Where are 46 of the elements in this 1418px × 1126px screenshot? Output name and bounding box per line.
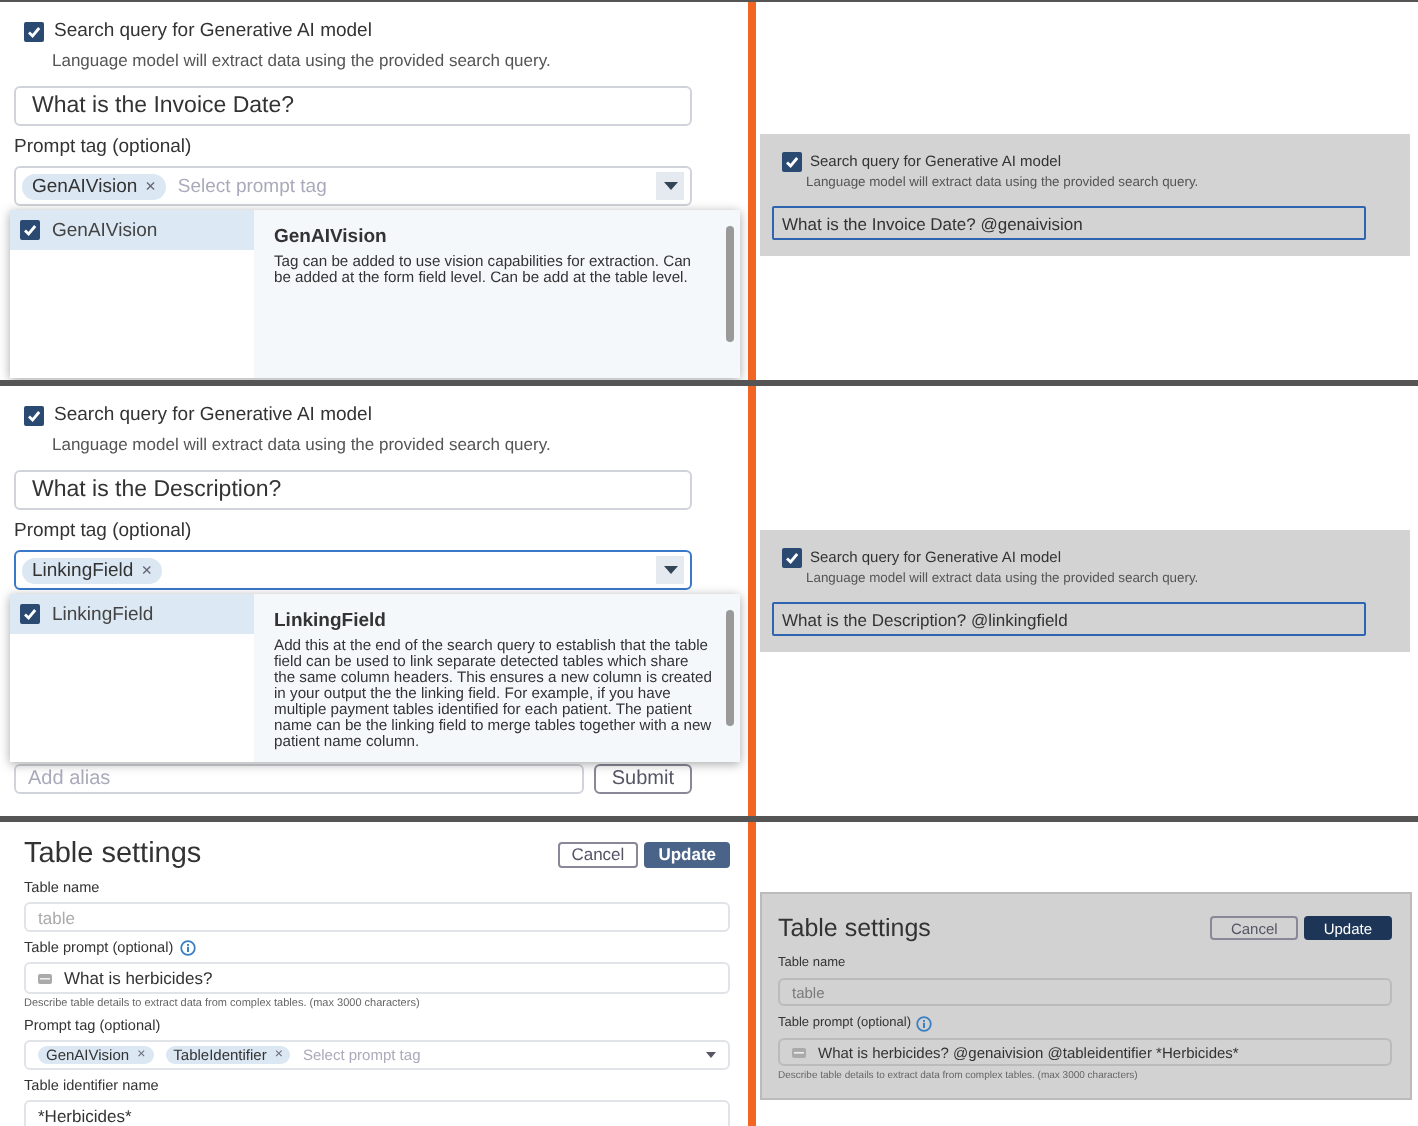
checkbox[interactable] xyxy=(24,405,44,425)
prompt-icon xyxy=(38,973,52,983)
dropdown-option[interactable]: GenAIVision xyxy=(10,210,254,250)
checkbox[interactable] xyxy=(20,604,40,624)
select-placeholder: Select prompt tag xyxy=(177,175,327,197)
query-field[interactable]: What is the Description? xyxy=(14,470,692,510)
hint-text: Language model will extract data using the provided search query. xyxy=(52,434,553,456)
panel-title: Table settings xyxy=(778,914,931,942)
caret-icon xyxy=(663,182,677,190)
checkbox-label: Search query for Generative AI model xyxy=(54,20,372,42)
panel-title: Table settings xyxy=(24,838,202,870)
scrollbar[interactable] xyxy=(726,226,734,342)
prompt-text: What is herbicides? xyxy=(64,968,213,988)
caret-icon xyxy=(663,566,677,574)
tag-select[interactable]: GenAIVision × Select prompt tag xyxy=(14,166,692,206)
dropdown-button[interactable] xyxy=(656,172,684,200)
detail-title: GenAIVision xyxy=(274,226,389,248)
query-field[interactable]: What is the Invoice Date? xyxy=(14,86,692,126)
query-field[interactable]: What is the Invoice Date? @genaivision xyxy=(772,206,1366,240)
caret-icon[interactable] xyxy=(706,1052,716,1058)
tag-chip[interactable]: GenAIVision × xyxy=(22,173,166,199)
query-field[interactable]: What is the Description? @linkingfield xyxy=(772,602,1366,636)
prompt-field[interactable]: What is herbicides? xyxy=(24,962,730,994)
update-button[interactable]: Update xyxy=(644,841,730,867)
field-label: Prompt tag (optional) xyxy=(14,520,194,544)
dropdown-button[interactable] xyxy=(656,556,684,584)
prompt-icon xyxy=(792,1047,806,1057)
cancel-button[interactable]: Cancel xyxy=(557,841,639,867)
submit-button[interactable]: Submit xyxy=(593,764,692,794)
text-field[interactable]: *Herbicides* xyxy=(24,1100,730,1126)
remove-button[interactable]: × xyxy=(145,176,156,196)
checkbox-label: Search query for Generative AI model xyxy=(54,404,372,426)
checkbox[interactable] xyxy=(782,151,802,171)
checkbox[interactable] xyxy=(20,220,40,240)
hint-text: Language model will extract data using the provided search query. xyxy=(52,50,553,72)
tag-chip[interactable]: LinkingField × xyxy=(22,557,162,583)
field-label: Prompt tag (optional) xyxy=(14,136,194,160)
checkbox[interactable] xyxy=(24,21,44,41)
info-icon[interactable] xyxy=(916,1015,933,1031)
remove-button[interactable]: × xyxy=(141,560,152,580)
dropdown-option[interactable]: LinkingField xyxy=(10,594,254,634)
detail-title: LinkingField xyxy=(274,610,388,632)
tag-select[interactable]: LinkingField × xyxy=(14,550,692,590)
info-icon[interactable] xyxy=(179,939,196,955)
scrollbar[interactable] xyxy=(726,610,734,726)
checkbox[interactable] xyxy=(782,547,802,567)
